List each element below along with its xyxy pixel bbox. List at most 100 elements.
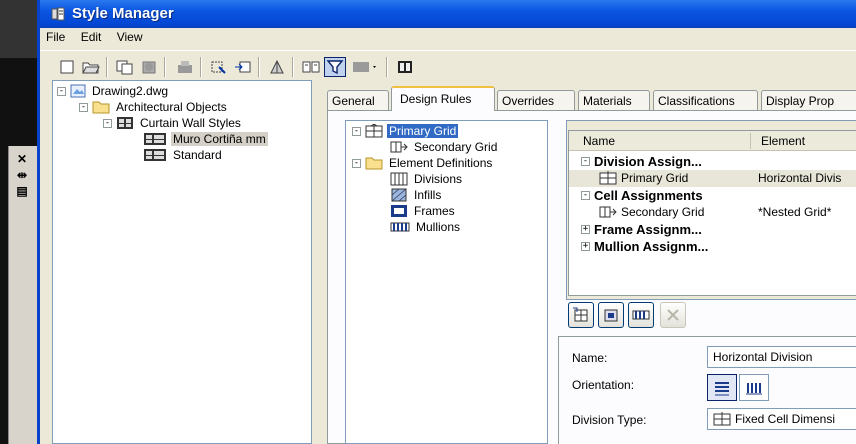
view-dropdown-button[interactable] <box>350 57 380 77</box>
toolbar-separator <box>164 57 166 77</box>
division-type-select[interactable]: Fixed Cell Dimensi <box>707 408 856 430</box>
title-bar[interactable]: Style Manager <box>40 0 856 28</box>
panel-splitter[interactable] <box>313 80 317 444</box>
grid-group-row[interactable]: - Cell Assignments <box>569 187 856 204</box>
tab-materials[interactable]: Materials <box>578 90 650 110</box>
open-assignment-button[interactable] <box>598 302 624 328</box>
new-assignment-button[interactable] <box>568 302 594 328</box>
collapse-icon[interactable]: - <box>79 102 88 112</box>
toolbar-separator <box>200 57 202 77</box>
collapse-icon[interactable]: - <box>352 126 361 136</box>
purge-button[interactable] <box>174 57 196 77</box>
toolbar-separator <box>386 57 388 77</box>
curtain-wall-style-icon <box>144 133 166 145</box>
nested-grid-icon <box>599 206 617 218</box>
background-palette: ✕ ⇹ ▤ <box>8 146 37 444</box>
toggle-view-button[interactable] <box>266 57 288 77</box>
palette-autohide-icon[interactable]: ⇹ <box>13 168 31 182</box>
palette-properties-icon[interactable]: ▤ <box>13 184 31 198</box>
grid-group-row[interactable]: + Frame Assignm... <box>569 221 856 238</box>
folder-icon <box>92 101 110 114</box>
collapse-icon[interactable]: - <box>581 191 590 200</box>
drawing-icon <box>70 84 86 98</box>
toggle-view-icon <box>270 59 284 74</box>
inline-edit-button[interactable] <box>394 57 416 77</box>
copy-icon <box>116 60 133 75</box>
division-properties: Name: Horizontal Division Orientation: D… <box>558 336 856 444</box>
tree-item-drawing[interactable]: - Drawing2.dwg <box>57 83 170 99</box>
tab-classifications[interactable]: Classifications <box>653 90 758 110</box>
edit-style-icon <box>211 61 226 74</box>
orientation-label: Orientation: <box>572 378 635 392</box>
mullion-assignment-button[interactable] <box>628 302 654 328</box>
expand-icon[interactable]: + <box>581 225 590 234</box>
filter-button[interactable] <box>324 57 346 77</box>
infills-icon <box>391 188 407 202</box>
open-assignment-icon <box>604 309 618 322</box>
curtain-wall-style-icon <box>144 149 166 161</box>
rule-item-frames[interactable]: Frames <box>390 203 457 219</box>
background-app-header <box>0 0 37 58</box>
grid-row-secondary-grid[interactable]: Secondary Grid *Nested Grid* <box>569 204 856 221</box>
app-icon <box>51 7 65 21</box>
name-label: Name: <box>572 351 608 365</box>
expand-icon[interactable]: + <box>581 242 590 251</box>
rule-item-mullions[interactable]: Mullions <box>390 219 462 235</box>
view-dropdown-icon <box>353 62 376 72</box>
open-icon <box>82 62 100 74</box>
new-button[interactable] <box>56 57 78 77</box>
tab-general[interactable]: General <box>327 90 389 110</box>
name-field[interactable]: Horizontal Division <box>707 346 856 368</box>
tree-item-curtain-wall-styles[interactable]: - Curtain Wall Styles <box>103 115 243 131</box>
tree-item-muro-cortina[interactable]: Muro Cortiña mm <box>143 131 268 147</box>
menu-file[interactable]: File <box>40 28 71 44</box>
set-from-button[interactable] <box>232 57 254 77</box>
grid-header: Name Element <box>569 131 856 151</box>
copy-button[interactable] <box>114 57 136 77</box>
rule-item-infills[interactable]: Infills <box>390 187 443 203</box>
grid-group-row[interactable]: + Mullion Assignm... <box>569 238 856 255</box>
grid-group-row[interactable]: - Division Assign... <box>569 153 856 170</box>
vertical-orientation-button[interactable] <box>739 374 769 401</box>
rule-item-divisions[interactable]: Divisions <box>390 171 464 187</box>
new-icon <box>60 60 74 74</box>
tab-overrides[interactable]: Overrides <box>497 90 575 110</box>
paste-icon <box>142 61 156 74</box>
horizontal-orientation-button[interactable] <box>707 374 737 401</box>
open-button[interactable] <box>80 57 102 77</box>
collapse-icon[interactable]: - <box>103 118 112 128</box>
toolbar <box>40 50 856 80</box>
style-manager-window: Style Manager File Edit View - Drawing2.… <box>37 0 856 444</box>
rule-item-element-definitions[interactable]: - Element Definitions <box>352 155 494 171</box>
paste-button[interactable] <box>138 57 160 77</box>
column-name[interactable]: Name <box>583 134 615 148</box>
set-from-icon <box>235 61 251 73</box>
tab-display-properties[interactable]: Display Prop <box>761 90 856 110</box>
menu-view[interactable]: View <box>111 28 149 44</box>
style-tree[interactable]: - Drawing2.dwg - Architectural Objects -… <box>52 80 312 444</box>
column-element[interactable]: Element <box>761 134 805 148</box>
rule-item-secondary-grid[interactable]: Secondary Grid <box>390 139 499 155</box>
menu-edit[interactable]: Edit <box>75 28 108 44</box>
toolbar-separator <box>292 57 294 77</box>
collapse-icon[interactable]: - <box>581 157 590 166</box>
fixed-cell-dimension-icon <box>713 412 731 426</box>
tree-item-standard[interactable]: Standard <box>143 147 224 163</box>
column-divider[interactable] <box>750 133 751 149</box>
palette-close-icon[interactable]: ✕ <box>13 152 31 166</box>
compare-button[interactable] <box>300 57 322 77</box>
edit-style-button[interactable] <box>208 57 230 77</box>
assignments-grid[interactable]: Name Element - Division Assign... Primary… <box>568 130 856 296</box>
collapse-icon[interactable]: - <box>352 158 361 168</box>
grid-row-primary-grid[interactable]: Primary Grid Horizontal Divis <box>569 170 856 187</box>
menu-bar: File Edit View <box>40 28 856 47</box>
frames-icon <box>391 205 407 217</box>
collapse-icon[interactable]: - <box>57 86 66 96</box>
delete-button[interactable] <box>660 302 686 328</box>
rule-item-primary-grid[interactable]: - Primary Grid <box>352 123 459 139</box>
design-rules-tree[interactable]: - Primary Grid Secondary Grid - Element … <box>345 120 548 444</box>
tree-item-architectural-objects[interactable]: - Architectural Objects <box>79 99 229 115</box>
filter-icon <box>326 60 344 75</box>
horizontal-lines-icon <box>715 381 729 395</box>
tab-design-rules[interactable]: Design Rules <box>391 86 495 111</box>
